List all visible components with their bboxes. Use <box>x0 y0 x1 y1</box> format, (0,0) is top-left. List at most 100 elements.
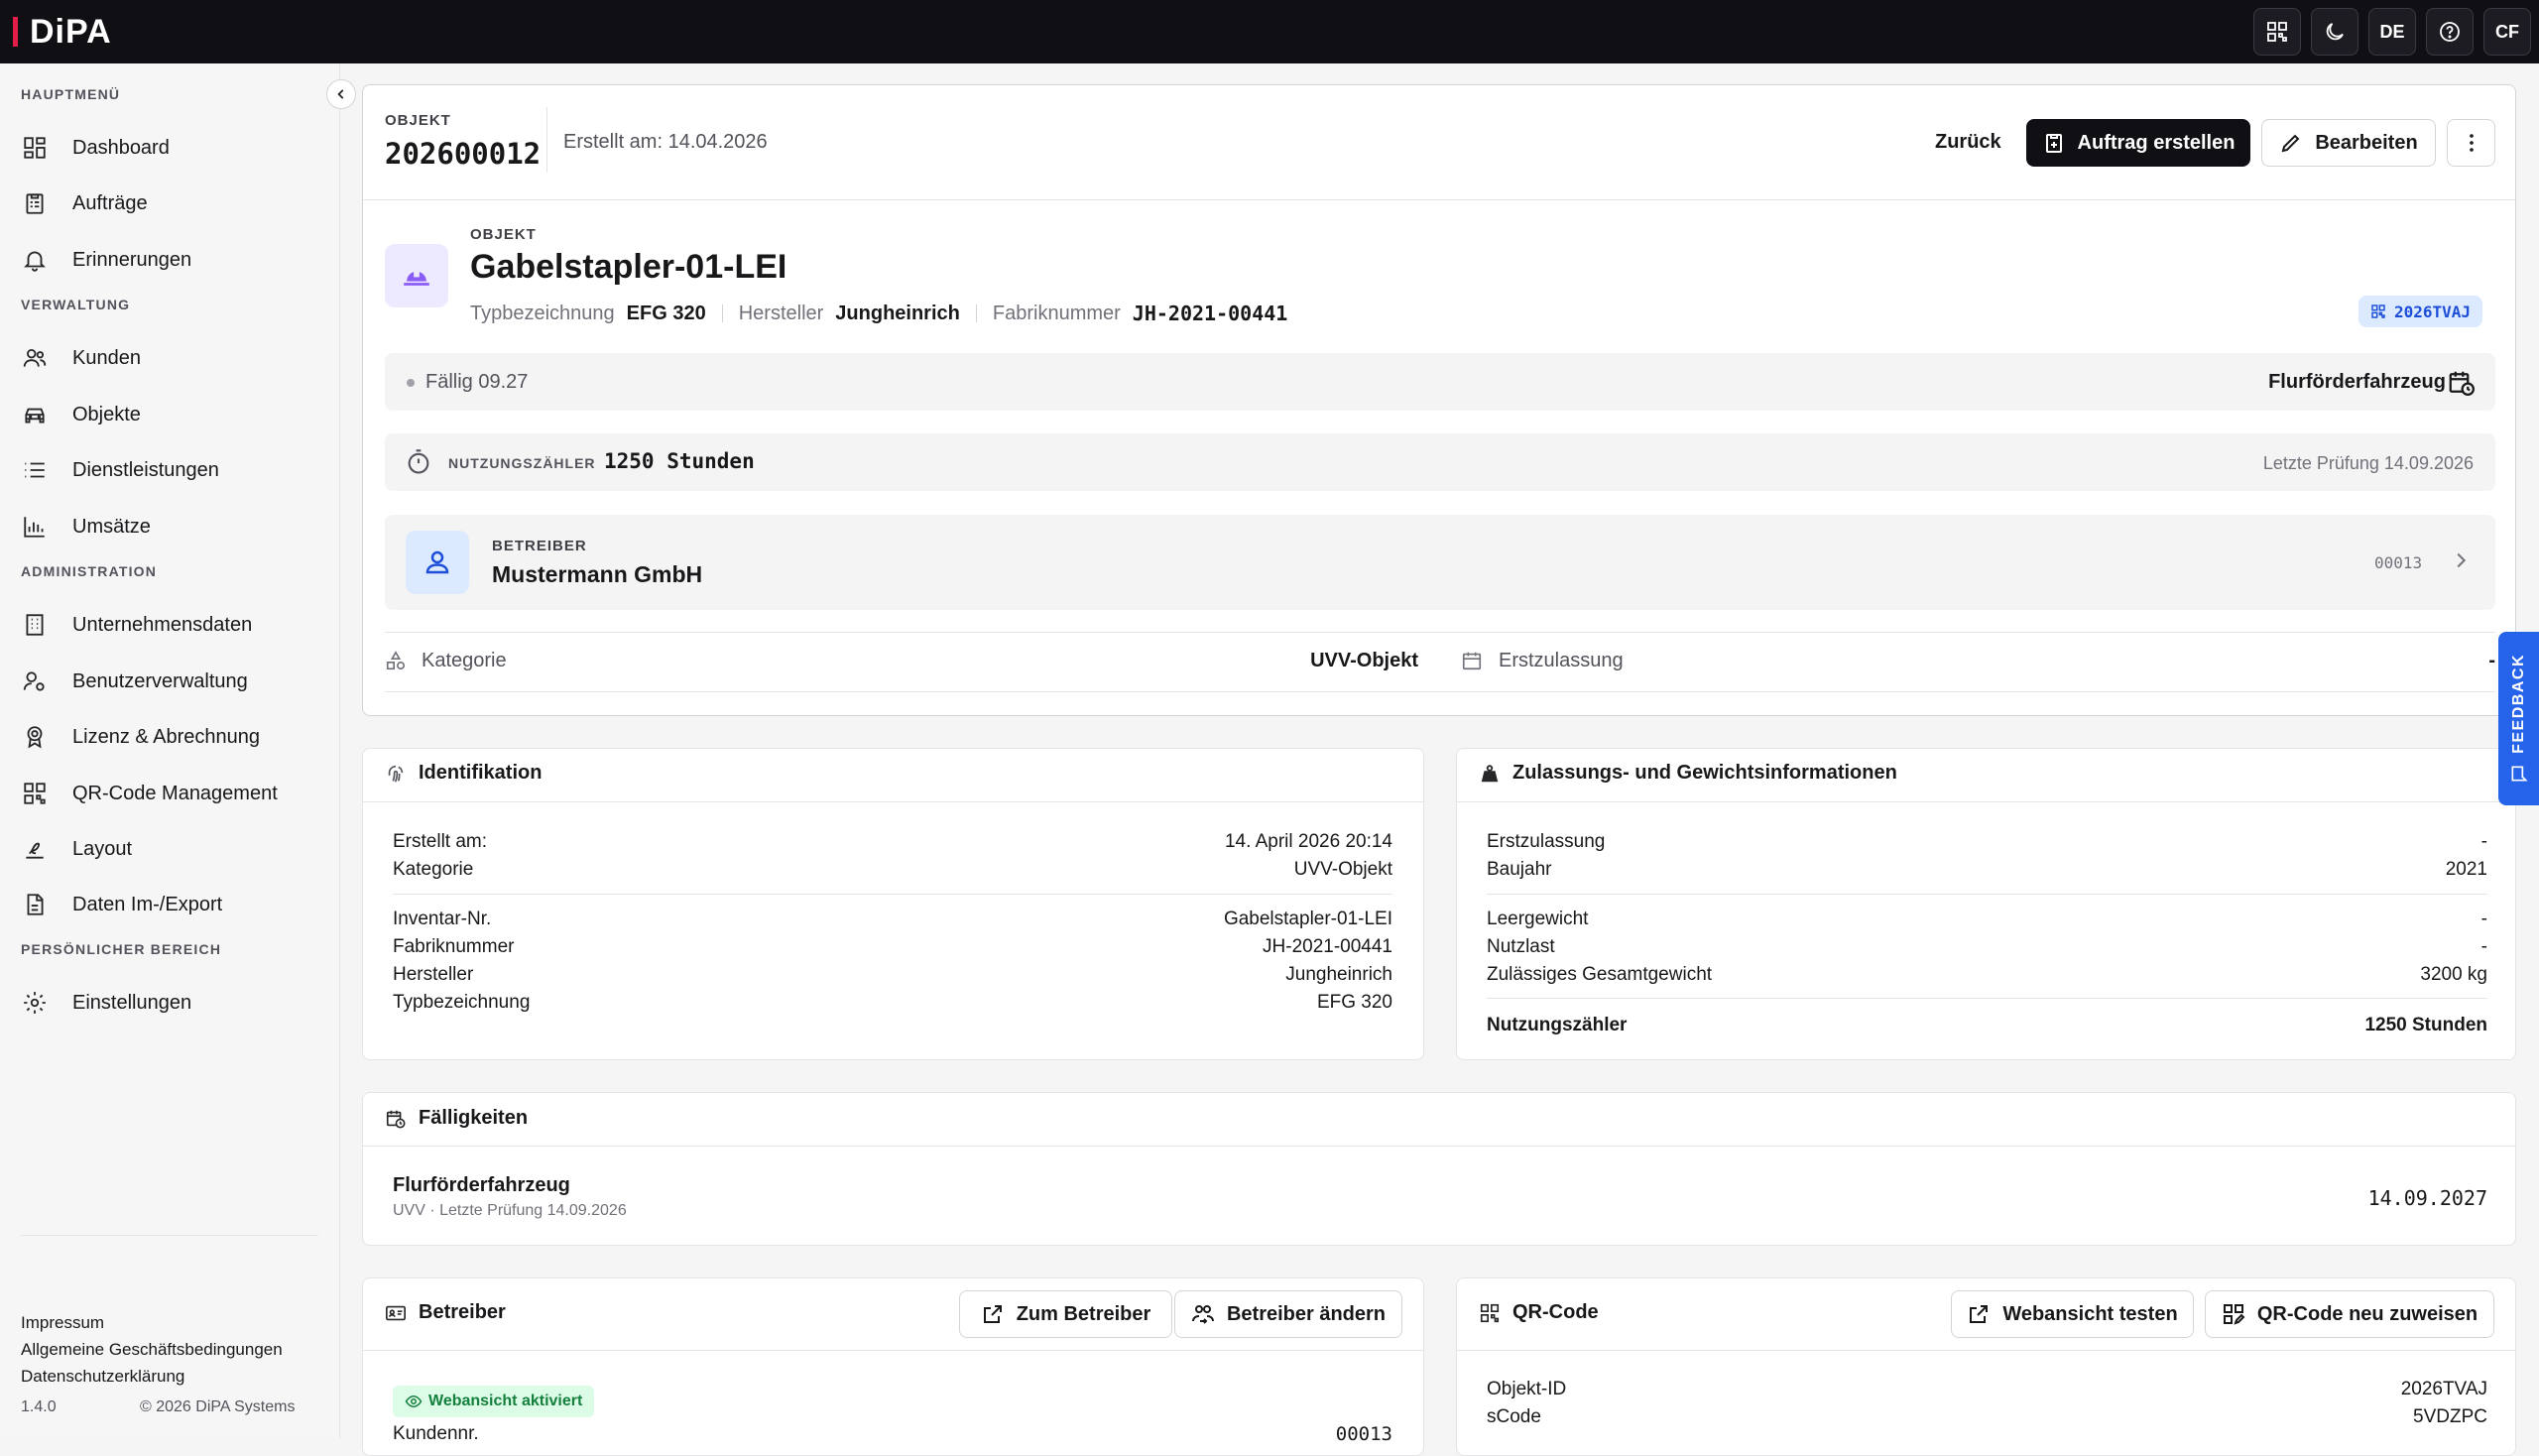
back-button[interactable]: Zurück <box>1935 131 2001 154</box>
qr-key: Objekt-ID <box>1487 1379 1567 1399</box>
id-group-divider <box>393 894 1392 895</box>
feedback-tab[interactable]: FEEDBACK <box>2498 632 2539 805</box>
more-vertical-icon <box>2469 134 2474 152</box>
approval-key: Nutzungszähler <box>1487 1015 1628 1035</box>
external-link-icon <box>1970 1305 1989 1323</box>
sidebar-item-label: Aufträge <box>72 191 148 214</box>
create-order-label: Auftrag erstellen <box>2077 131 2236 154</box>
approval-key: Nutzlast <box>1487 936 1555 957</box>
eye-icon <box>405 1395 423 1408</box>
privacy-link[interactable]: Datenschutzerklärung <box>21 1367 184 1387</box>
sidebar-item-benutzerverwaltung[interactable]: Benutzerverwaltung <box>21 662 248 701</box>
category-bottom-divider <box>385 691 2495 692</box>
operator-avatar <box>406 531 469 594</box>
object-name: Gabelstapler-01-LEI <box>470 248 787 286</box>
due-item-title[interactable]: Flurförderfahrzeug <box>393 1174 570 1197</box>
identification-title: Identifikation <box>385 762 542 785</box>
app-logo[interactable]: DiPA <box>13 13 112 52</box>
qr-icon <box>1480 1303 1500 1322</box>
reassign-qr-button[interactable]: QR-Code neu zuweisen <box>2205 1290 2494 1338</box>
help-button[interactable] <box>2426 8 2474 56</box>
approval-group-divider <box>1487 894 2487 895</box>
id-key: Typbezeichnung <box>393 992 531 1013</box>
impressum-link[interactable]: Impressum <box>21 1313 104 1333</box>
serial-label: Fabriknummer <box>992 302 1121 324</box>
change-operator-label: Betreiber ändern <box>1226 1302 1387 1325</box>
sidebar-item-label: Kunden <box>72 346 141 369</box>
identification-header-divider <box>363 801 1423 802</box>
sidebar-item-unternehmensdaten[interactable]: Unternehmensdaten <box>21 605 252 645</box>
qr-card-divider <box>1457 1350 2515 1351</box>
clipboard-plus-icon <box>2045 134 2062 153</box>
operator-label: BETREIBER <box>492 538 587 554</box>
file-icon <box>21 891 49 918</box>
to-operator-button[interactable]: Zum Betreiber <box>959 1290 1172 1338</box>
user-avatar-button[interactable]: CF <box>2483 8 2531 56</box>
header-separator <box>363 199 2515 200</box>
change-operator-button[interactable]: Betreiber ändern <box>1174 1290 1402 1338</box>
top-bar: DiPA DE CF <box>0 0 2539 63</box>
dark-mode-button[interactable] <box>2311 8 2358 56</box>
sidebar-item-dienstleistungen[interactable]: Dienstleistungen <box>21 450 219 490</box>
id-value: 14. April 2026 20:14 <box>1224 831 1392 852</box>
category-label: Kategorie <box>422 650 507 671</box>
section-title-personal: PERSÖNLICHER BEREICH <box>21 941 222 957</box>
category-top-divider <box>385 632 2495 633</box>
sidebar-item-einstellungen[interactable]: Einstellungen <box>21 983 191 1023</box>
sidebar-item-layout[interactable]: Layout <box>21 829 132 869</box>
approval-key: Erstzulassung <box>1487 831 1606 852</box>
users-icon <box>21 344 49 372</box>
sidebar-item-objekte[interactable]: Objekte <box>21 395 141 434</box>
building-icon <box>21 611 49 639</box>
section-title-verwaltung: VERWALTUNG <box>21 297 131 312</box>
sidebar-collapse-button[interactable] <box>326 79 356 109</box>
object-label: OBJEKT <box>470 226 537 243</box>
bell-icon <box>21 246 49 274</box>
sidebar-item-erinnerungen[interactable]: Erinnerungen <box>21 240 191 280</box>
sidebar-item-label: Einstellungen <box>72 991 192 1014</box>
sidebar-item-lizenz[interactable]: Lizenz & Abrechnung <box>21 717 260 757</box>
agb-link[interactable]: Allgemeine Geschäftsbedingungen <box>21 1340 283 1360</box>
first-reg-value: - <box>2488 650 2495 671</box>
sidebar-item-dashboard[interactable]: Dashboard <box>21 128 170 168</box>
sidebar-item-umsaetze[interactable]: Umsätze <box>21 507 151 546</box>
to-operator-label: Zum Betreiber <box>1016 1302 1151 1325</box>
help-icon <box>2440 22 2460 42</box>
meta-divider <box>721 304 723 322</box>
object-meta: Typbezeichnung EFG 320 Hersteller Junghe… <box>470 302 1287 325</box>
approval-title: Zulassungs- und Gewichtsinformationen <box>1479 762 1897 785</box>
sidebar-item-label: Dienstleistungen <box>72 458 219 481</box>
operator-name: Mustermann GmbH <box>492 561 703 587</box>
bar-chart-icon <box>21 513 49 541</box>
sidebar-item-label: Erinnerungen <box>72 248 192 271</box>
create-order-button[interactable]: Auftrag erstellen <box>2026 119 2250 167</box>
id-key: Hersteller <box>393 964 474 985</box>
customer-no-label: Kundennr. <box>393 1423 479 1444</box>
operator-id: 00013 <box>2374 553 2423 572</box>
sidebar-item-kunden[interactable]: Kunden <box>21 338 141 378</box>
qr-code-badge[interactable]: 2026TVAJ <box>2358 296 2483 327</box>
sidebar-item-daten-export[interactable]: Daten Im-/Export <box>21 885 222 924</box>
edit-button[interactable]: Bearbeiten <box>2261 119 2436 167</box>
section-title-administration: ADMINISTRATION <box>21 563 158 579</box>
approval-value: - <box>2480 936 2487 957</box>
language-button[interactable]: DE <box>2368 8 2416 56</box>
manufacturer-value: Jungheinrich <box>835 302 960 324</box>
qr-scan-button[interactable] <box>2253 8 2301 56</box>
due-row[interactable] <box>385 353 2495 411</box>
feedback-label: FEEDBACK <box>2509 654 2527 754</box>
approval-title-text: Zulassungs- und Gewichtsinformationen <box>1512 762 1897 784</box>
sidebar-item-auftraege[interactable]: Aufträge <box>21 183 148 223</box>
sidebar-item-label: Layout <box>72 837 133 860</box>
approval-group-divider <box>1487 998 2487 999</box>
car-icon <box>21 401 49 428</box>
approval-header-divider <box>1457 801 2515 802</box>
app-version: 1.4.0 <box>21 1398 57 1415</box>
section-title-main: HAUPTMENÜ <box>21 86 121 102</box>
sidebar-item-qr-code-management[interactable]: QR-Code Management <box>21 774 278 813</box>
test-web-view-button[interactable]: Webansicht testen <box>1951 1290 2194 1338</box>
more-options-button[interactable] <box>2447 119 2495 167</box>
header-divider <box>546 107 547 173</box>
clipboard-icon <box>21 189 49 217</box>
due-dates-title-text: Fälligkeiten <box>419 1107 529 1129</box>
